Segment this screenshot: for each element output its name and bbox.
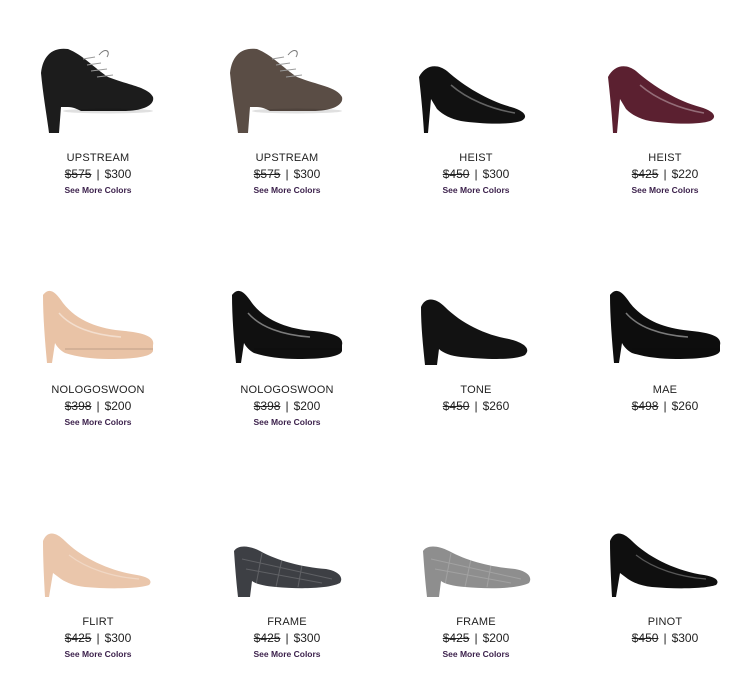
product-price: $498 | $260 bbox=[575, 399, 736, 413]
sale-price: $300 bbox=[293, 167, 321, 181]
see-more-colors-link[interactable]: See More Colors bbox=[197, 185, 377, 195]
original-price: $398 bbox=[253, 399, 281, 413]
shoe-image bbox=[41, 48, 154, 134]
see-more-colors-link[interactable]: See More Colors bbox=[575, 185, 736, 195]
see-more-colors-link[interactable]: See More Colors bbox=[8, 185, 188, 195]
product-price: $450 | $300 bbox=[386, 167, 566, 181]
product-price: $425 | $300 bbox=[8, 631, 188, 645]
product-image[interactable] bbox=[386, 484, 566, 614]
original-price: $425 bbox=[253, 631, 281, 645]
original-price: $575 bbox=[253, 167, 281, 181]
price-separator: | bbox=[285, 399, 289, 413]
product-image[interactable] bbox=[575, 20, 736, 150]
shoe-image bbox=[43, 290, 154, 363]
price-separator: | bbox=[474, 631, 478, 645]
product-name[interactable]: NOLOGOSWOON bbox=[8, 384, 188, 396]
original-price: $450 bbox=[442, 399, 470, 413]
sale-price: $200 bbox=[104, 399, 132, 413]
product-grid: UPSTREAM $575 | $300 See More Colors UPSTREA… bbox=[0, 0, 736, 689]
sale-price: $220 bbox=[671, 167, 699, 181]
product-name[interactable]: HEIST bbox=[575, 152, 736, 164]
price-separator: | bbox=[474, 167, 478, 181]
product-image[interactable] bbox=[8, 484, 188, 614]
product-name[interactable]: MAE bbox=[575, 384, 736, 396]
product-name[interactable]: NOLOGOSWOON bbox=[197, 384, 377, 396]
product-name[interactable]: UPSTREAM bbox=[197, 152, 377, 164]
see-more-colors-link[interactable]: See More Colors bbox=[386, 649, 566, 659]
sale-price: $300 bbox=[671, 631, 699, 645]
original-price: $425 bbox=[631, 167, 659, 181]
sale-price: $200 bbox=[482, 631, 510, 645]
shoe-image bbox=[43, 533, 151, 597]
sale-price: $300 bbox=[482, 167, 510, 181]
product-name[interactable]: PINOT bbox=[575, 616, 736, 628]
product-image[interactable] bbox=[8, 20, 188, 150]
product-name[interactable]: FRAME bbox=[197, 616, 377, 628]
price-separator: | bbox=[285, 631, 289, 645]
product-image[interactable] bbox=[575, 484, 736, 614]
price-separator: | bbox=[96, 167, 100, 181]
shoe-image bbox=[608, 66, 715, 133]
product-image[interactable] bbox=[386, 252, 566, 382]
original-price: $425 bbox=[442, 631, 470, 645]
product-price: $450 | $300 bbox=[575, 631, 736, 645]
see-more-colors-link[interactable]: See More Colors bbox=[386, 185, 566, 195]
shoe-image bbox=[423, 546, 531, 597]
original-price: $398 bbox=[64, 399, 92, 413]
product-price: $425 | $220 bbox=[575, 167, 736, 181]
sale-price: $260 bbox=[671, 399, 699, 413]
product-image[interactable] bbox=[575, 252, 736, 382]
product-name[interactable]: HEIST bbox=[386, 152, 566, 164]
product-image[interactable] bbox=[197, 20, 377, 150]
sale-price: $300 bbox=[293, 631, 321, 645]
product-image[interactable] bbox=[386, 20, 566, 150]
shoe-image bbox=[230, 48, 343, 134]
product-name[interactable]: TONE bbox=[386, 384, 566, 396]
product-image[interactable] bbox=[197, 484, 377, 614]
price-separator: | bbox=[663, 399, 667, 413]
sale-price: $300 bbox=[104, 167, 132, 181]
see-more-colors-link[interactable]: See More Colors bbox=[8, 649, 188, 659]
product-price: $450 | $260 bbox=[386, 399, 566, 413]
shoe-image bbox=[232, 290, 343, 363]
product-price: $425 | $300 bbox=[197, 631, 377, 645]
sale-price: $200 bbox=[293, 399, 321, 413]
price-separator: | bbox=[663, 631, 667, 645]
product-price: $398 | $200 bbox=[197, 399, 377, 413]
product-image[interactable] bbox=[197, 252, 377, 382]
shoe-image bbox=[421, 299, 528, 365]
sale-price: $300 bbox=[104, 631, 132, 645]
shoe-image bbox=[610, 290, 721, 363]
original-price: $498 bbox=[631, 399, 659, 413]
original-price: $425 bbox=[64, 631, 92, 645]
sale-price: $260 bbox=[482, 399, 510, 413]
shoe-image bbox=[234, 546, 342, 597]
original-price: $450 bbox=[631, 631, 659, 645]
price-separator: | bbox=[474, 399, 478, 413]
original-price: $575 bbox=[64, 167, 92, 181]
price-separator: | bbox=[663, 167, 667, 181]
price-separator: | bbox=[96, 631, 100, 645]
product-price: $425 | $200 bbox=[386, 631, 566, 645]
shoe-image bbox=[419, 66, 526, 133]
see-more-colors-link[interactable]: See More Colors bbox=[197, 417, 377, 427]
product-image[interactable] bbox=[8, 252, 188, 382]
price-separator: | bbox=[96, 399, 100, 413]
price-separator: | bbox=[285, 167, 289, 181]
product-price: $575 | $300 bbox=[197, 167, 377, 181]
shoe-image bbox=[610, 533, 718, 597]
see-more-colors-link[interactable]: See More Colors bbox=[8, 417, 188, 427]
product-price: $398 | $200 bbox=[8, 399, 188, 413]
product-price: $575 | $300 bbox=[8, 167, 188, 181]
original-price: $450 bbox=[442, 167, 470, 181]
product-name[interactable]: FRAME bbox=[386, 616, 566, 628]
see-more-colors-link[interactable]: See More Colors bbox=[197, 649, 377, 659]
product-name[interactable]: UPSTREAM bbox=[8, 152, 188, 164]
product-name[interactable]: FLIRT bbox=[8, 616, 188, 628]
